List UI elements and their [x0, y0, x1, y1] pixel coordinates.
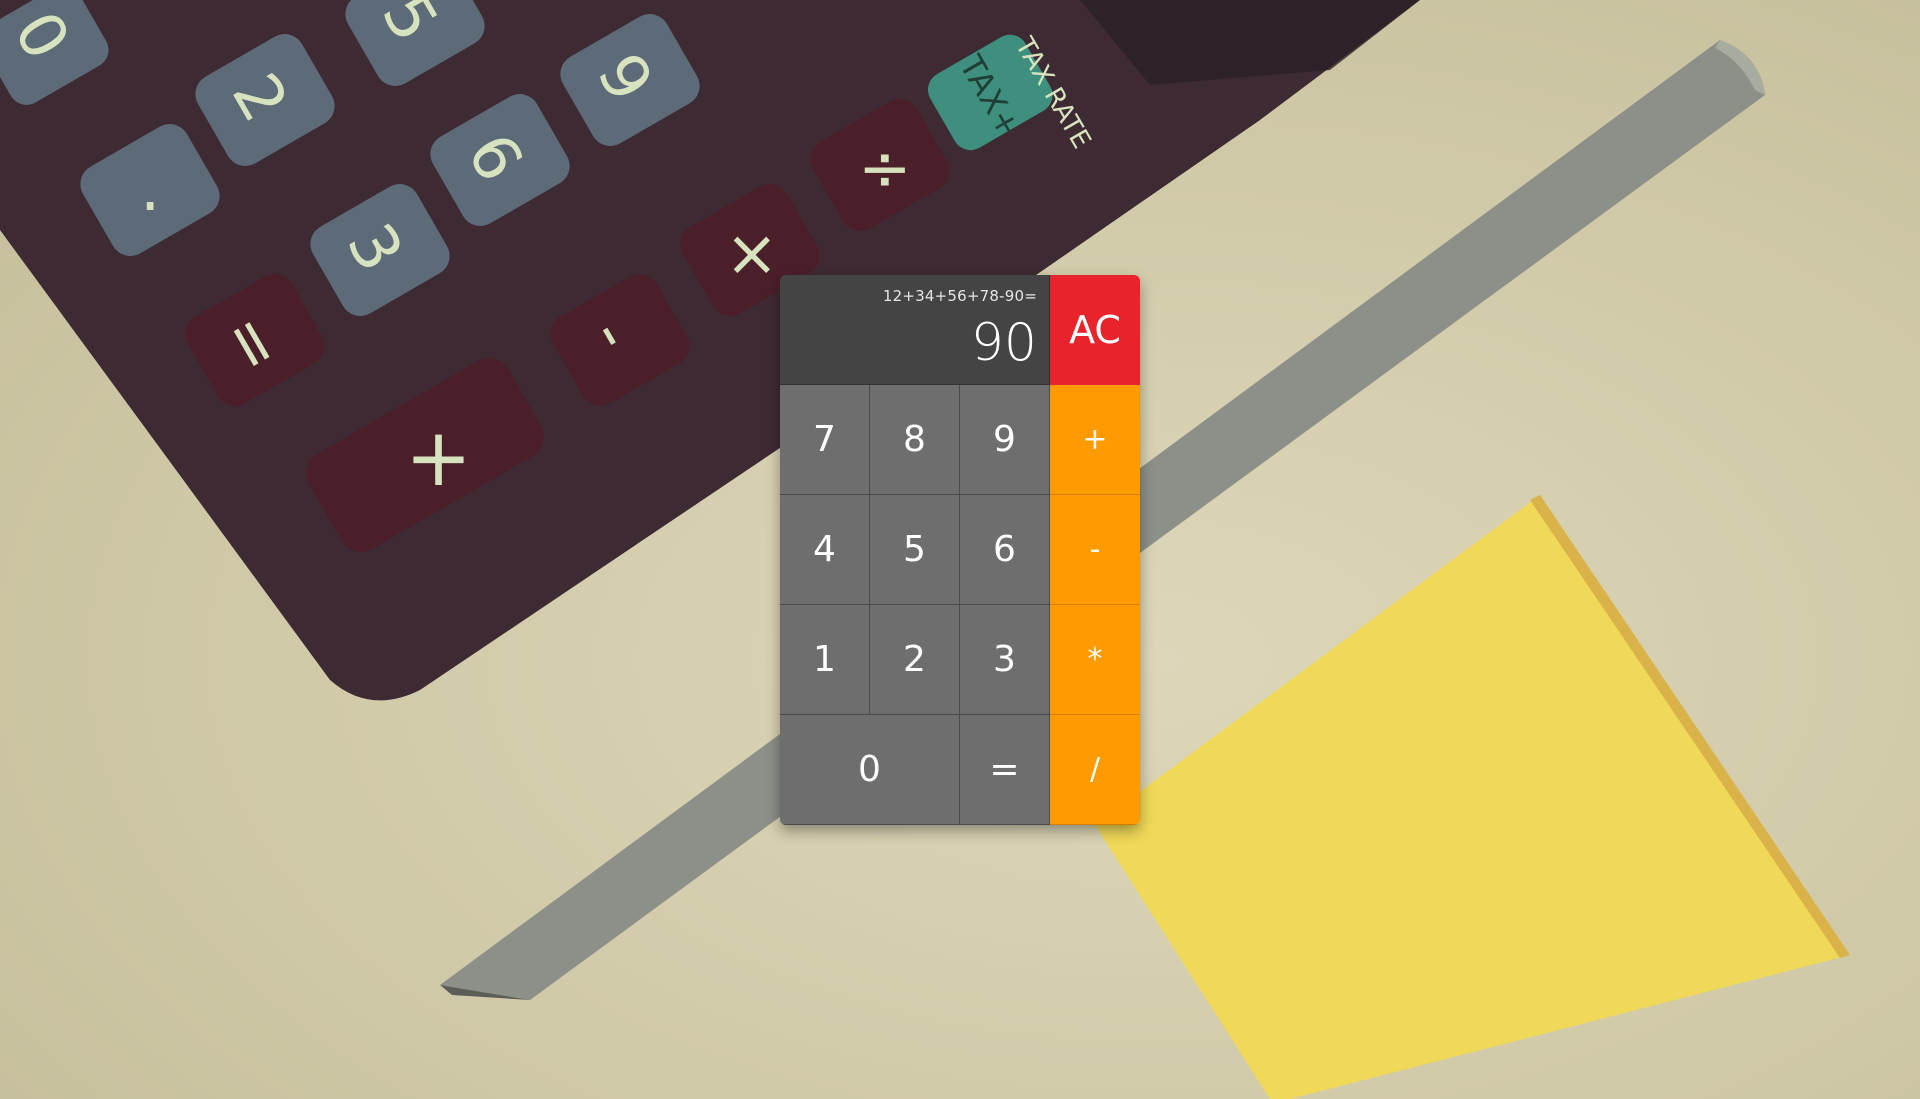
plus-button[interactable]: + [1050, 385, 1140, 495]
key-0-button[interactable]: 0 [780, 715, 960, 825]
key-3-button[interactable]: 3 [960, 605, 1050, 715]
key-4-button[interactable]: 4 [780, 495, 870, 605]
divide-button[interactable]: / [1050, 715, 1140, 825]
svg-text:÷: ÷ [858, 132, 912, 206]
key-7-button[interactable]: 7 [780, 385, 870, 495]
key-5-button[interactable]: 5 [870, 495, 960, 605]
key-8-button[interactable]: 8 [870, 385, 960, 495]
calculator-display: 12+34+56+78-90= 90 [780, 275, 1050, 385]
svg-text:.: . [140, 152, 160, 226]
equals-button[interactable]: = [960, 715, 1050, 825]
clear-button[interactable]: AC [1050, 275, 1140, 385]
key-1-button[interactable]: 1 [780, 605, 870, 715]
key-6-button[interactable]: 6 [960, 495, 1050, 605]
result-display: 90 [970, 313, 1037, 373]
key-2-button[interactable]: 2 [870, 605, 960, 715]
minus-button[interactable]: - [1050, 495, 1140, 605]
key-9-button[interactable]: 9 [960, 385, 1050, 495]
multiply-button[interactable]: * [1050, 605, 1140, 715]
calculator-widget: 12+34+56+78-90= 90 AC 7 8 9 + 4 5 6 - 1 … [780, 275, 1140, 825]
svg-text:+: + [405, 411, 472, 504]
expression-display: 12+34+56+78-90= [882, 287, 1037, 305]
svg-text:×: × [725, 217, 779, 291]
